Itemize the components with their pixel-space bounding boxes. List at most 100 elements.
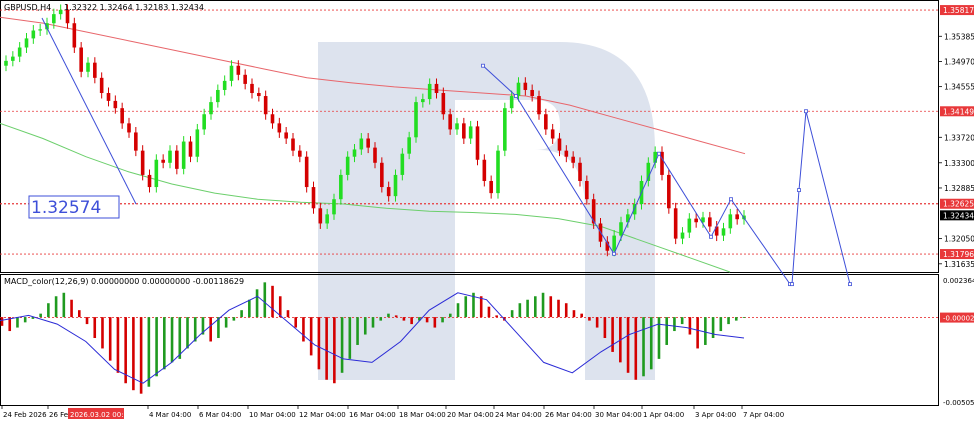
macd-tick-label: 0.0023644: [943, 277, 974, 285]
candle-body: [284, 132, 288, 139]
candle-body: [304, 156, 309, 188]
candle-body: [373, 147, 377, 163]
candle-body: [400, 153, 405, 175]
price-tick-label: 1.34555: [944, 83, 974, 92]
candle-body: [380, 162, 384, 188]
macd-bar: [564, 303, 568, 318]
big-price-label: 1.32574: [31, 198, 101, 218]
macd-bar: [124, 317, 127, 384]
price-tick-label: 1.33720: [944, 133, 974, 142]
candle-body: [202, 114, 206, 130]
macd-bar: [186, 317, 189, 349]
macd-bar: [526, 299, 529, 318]
macd-bar: [170, 317, 174, 363]
candle-body: [120, 108, 124, 124]
macd-bar: [0, 317, 4, 326]
macd-bar: [85, 317, 89, 325]
macd-bar: [16, 317, 19, 328]
macd-bar: [356, 317, 359, 345]
candle-body: [229, 65, 234, 81]
chart-window: GBPUSD,H4 1.32322 1.32464 1.32183 1.3243…: [0, 0, 974, 421]
macd-bar: [108, 317, 112, 361]
candle-body: [680, 232, 685, 239]
macd-axis: 0.0023644 -0.0050508 -0.000026: [940, 277, 974, 407]
macd-bar: [77, 310, 81, 318]
candle-body: [93, 62, 97, 78]
macd-bar: [54, 296, 58, 318]
macd-bar: [657, 317, 661, 359]
candle-body: [434, 83, 439, 94]
candle-body: [270, 114, 275, 124]
macd-bar: [224, 317, 228, 328]
candle-body: [421, 99, 425, 103]
macd-bar: [495, 315, 498, 318]
ohlc-label: 1.32322 1.32464 1.32183 1.32434: [64, 3, 204, 12]
time-label: 12 Mar 04:00: [299, 411, 346, 419]
macd-bar: [588, 317, 591, 321]
macd-tick-label: -0.0050508: [943, 399, 974, 407]
macd-bar: [70, 299, 73, 318]
forecast-node: [804, 109, 808, 114]
candle-body: [311, 187, 316, 209]
macd-bar: [255, 289, 259, 318]
macd-bar: [379, 317, 383, 321]
macd-bar: [394, 315, 398, 318]
candle-body: [489, 180, 493, 194]
macd-bar: [549, 296, 553, 318]
price-tag-label: 1.35817: [943, 6, 974, 15]
candle-body: [263, 96, 268, 115]
candle-body: [298, 150, 302, 157]
macd-bar: [649, 317, 653, 370]
macd-bar: [348, 317, 352, 359]
candle-body: [386, 187, 391, 197]
macd-bar: [626, 317, 630, 373]
macd-bar: [263, 282, 267, 318]
candle-body: [140, 150, 145, 175]
candle-body: [72, 23, 77, 48]
macd-bar: [163, 317, 166, 370]
candle-body: [557, 138, 562, 151]
candle-body: [181, 141, 186, 169]
macd-bar: [534, 296, 537, 318]
time-label: 10 Mar 04:00: [249, 411, 296, 419]
macd-bar: [634, 317, 638, 380]
candle-body: [345, 156, 350, 175]
candle-body: [222, 80, 227, 90]
candle-body: [243, 74, 247, 84]
macd-bar: [734, 317, 738, 321]
time-label: 4 Mar 04:00: [149, 411, 191, 419]
macd-bar: [209, 317, 212, 342]
candle-body: [687, 218, 692, 233]
forecast-node: [797, 188, 801, 192]
time-label: 20 Mar 04:00: [447, 411, 494, 419]
candle-body: [195, 129, 200, 157]
price-tick-label: 1.32050: [944, 235, 974, 244]
macd-bar: [572, 310, 576, 318]
macd-bar: [603, 317, 607, 339]
macd-bar: [402, 317, 406, 321]
price-tick-label: 1.31635: [944, 260, 974, 269]
macd-bar: [688, 317, 692, 335]
macd-bar: [147, 317, 151, 387]
macd-tag-label: -0.000026: [943, 315, 974, 323]
forecast-node: [848, 282, 852, 287]
candle-body: [31, 30, 36, 39]
candle-body: [332, 199, 336, 215]
macd-bar: [39, 313, 42, 318]
candle-body: [728, 214, 733, 229]
macd-bar: [62, 292, 66, 318]
macd-bar: [410, 317, 413, 325]
candle-body: [667, 174, 671, 209]
macd-bar: [47, 303, 50, 318]
candle-body: [414, 102, 418, 138]
macd-bar: [101, 317, 104, 349]
macd-bar: [232, 317, 236, 321]
price-tag-label: 1.32625: [943, 200, 974, 209]
macd-bar: [240, 310, 243, 318]
candle-body: [544, 114, 548, 130]
forecast-node: [514, 94, 518, 98]
macd-bar: [333, 317, 336, 384]
macd-bar: [479, 296, 483, 318]
macd-bar: [294, 317, 298, 328]
macd-bar: [595, 317, 599, 328]
